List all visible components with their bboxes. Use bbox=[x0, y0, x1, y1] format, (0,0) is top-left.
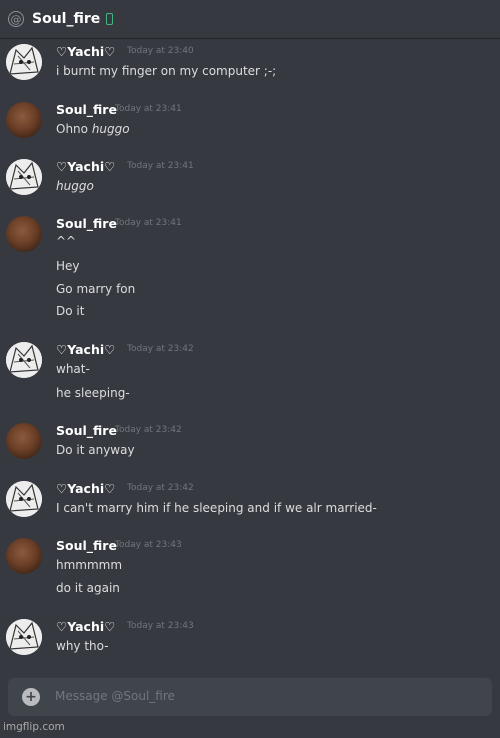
author-name[interactable]: Soul_fire bbox=[56, 538, 117, 553]
timestamp: Today at 23:41 bbox=[115, 104, 182, 114]
message-text: i burnt my finger on my computer ;-; bbox=[56, 64, 277, 78]
avatar-anime-drawing bbox=[6, 619, 42, 655]
avatar[interactable] bbox=[6, 44, 42, 80]
mobile-phone-icon bbox=[106, 13, 114, 25]
timestamp: Today at 23:43 bbox=[115, 540, 182, 550]
author-name[interactable]: ♡Yachi♡ bbox=[56, 619, 115, 634]
message-text: I can't marry him if he sleeping and if … bbox=[56, 501, 377, 515]
plus-circle-icon[interactable]: + bbox=[22, 688, 40, 706]
author-name[interactable]: ♡Yachi♡ bbox=[56, 481, 115, 496]
dm-recipient-name[interactable]: Soul_fire bbox=[32, 11, 100, 27]
author-name[interactable]: Soul_fire bbox=[56, 423, 117, 438]
avatar-anime-drawing bbox=[6, 342, 42, 378]
avatar[interactable] bbox=[6, 619, 42, 655]
avatar[interactable] bbox=[6, 423, 42, 459]
message-text: Do it anyway bbox=[56, 443, 135, 457]
avatar[interactable] bbox=[6, 538, 42, 574]
message-text: huggo bbox=[56, 179, 94, 193]
message-text: Go marry fon bbox=[56, 282, 136, 296]
avatar-anime-drawing bbox=[6, 481, 42, 517]
avatar-anime-drawing bbox=[6, 159, 42, 195]
message-composer[interactable]: + Message @Soul_fire bbox=[8, 678, 492, 716]
message-text: why tho- bbox=[56, 639, 109, 653]
author-name[interactable]: ♡Yachi♡ bbox=[56, 159, 115, 174]
avatar[interactable] bbox=[6, 159, 42, 195]
timestamp: Today at 23:42 bbox=[115, 425, 182, 435]
timestamp: Today at 23:41 bbox=[115, 218, 182, 228]
author-name[interactable]: Soul_fire bbox=[56, 102, 117, 117]
author-name[interactable]: ♡Yachi♡ bbox=[56, 342, 115, 357]
author-name[interactable]: Soul_fire bbox=[56, 216, 117, 231]
message-text: ^^ bbox=[56, 234, 77, 248]
avatar[interactable] bbox=[6, 102, 42, 138]
message-text: he sleeping- bbox=[56, 386, 130, 400]
at-sign-icon: @ bbox=[8, 11, 24, 27]
timestamp: Today at 23:42 bbox=[127, 344, 194, 354]
channel-header: @ Soul_fire bbox=[0, 0, 500, 38]
message-text-italic: huggo bbox=[91, 122, 130, 136]
message-text: hmmmmm bbox=[56, 558, 123, 572]
timestamp: Today at 23:43 bbox=[127, 621, 194, 631]
timestamp: Today at 23:42 bbox=[127, 483, 194, 493]
avatar-anime-drawing bbox=[6, 44, 42, 80]
message-text-plain: Ohno bbox=[56, 122, 92, 136]
message-text: Do it bbox=[56, 304, 85, 318]
message-input[interactable]: Message @Soul_fire bbox=[55, 689, 175, 703]
watermark: imgflip.com bbox=[3, 721, 65, 733]
timestamp: Today at 23:41 bbox=[127, 161, 194, 171]
message-text: do it again bbox=[56, 581, 120, 595]
avatar[interactable] bbox=[6, 342, 42, 378]
avatar[interactable] bbox=[6, 216, 42, 252]
avatar[interactable] bbox=[6, 481, 42, 517]
message-text: what- bbox=[56, 362, 90, 376]
message-text: Hey bbox=[56, 259, 80, 273]
message-text: Ohno huggo bbox=[56, 122, 130, 136]
author-name[interactable]: ♡Yachi♡ bbox=[56, 44, 115, 59]
timestamp: Today at 23:40 bbox=[127, 46, 194, 56]
